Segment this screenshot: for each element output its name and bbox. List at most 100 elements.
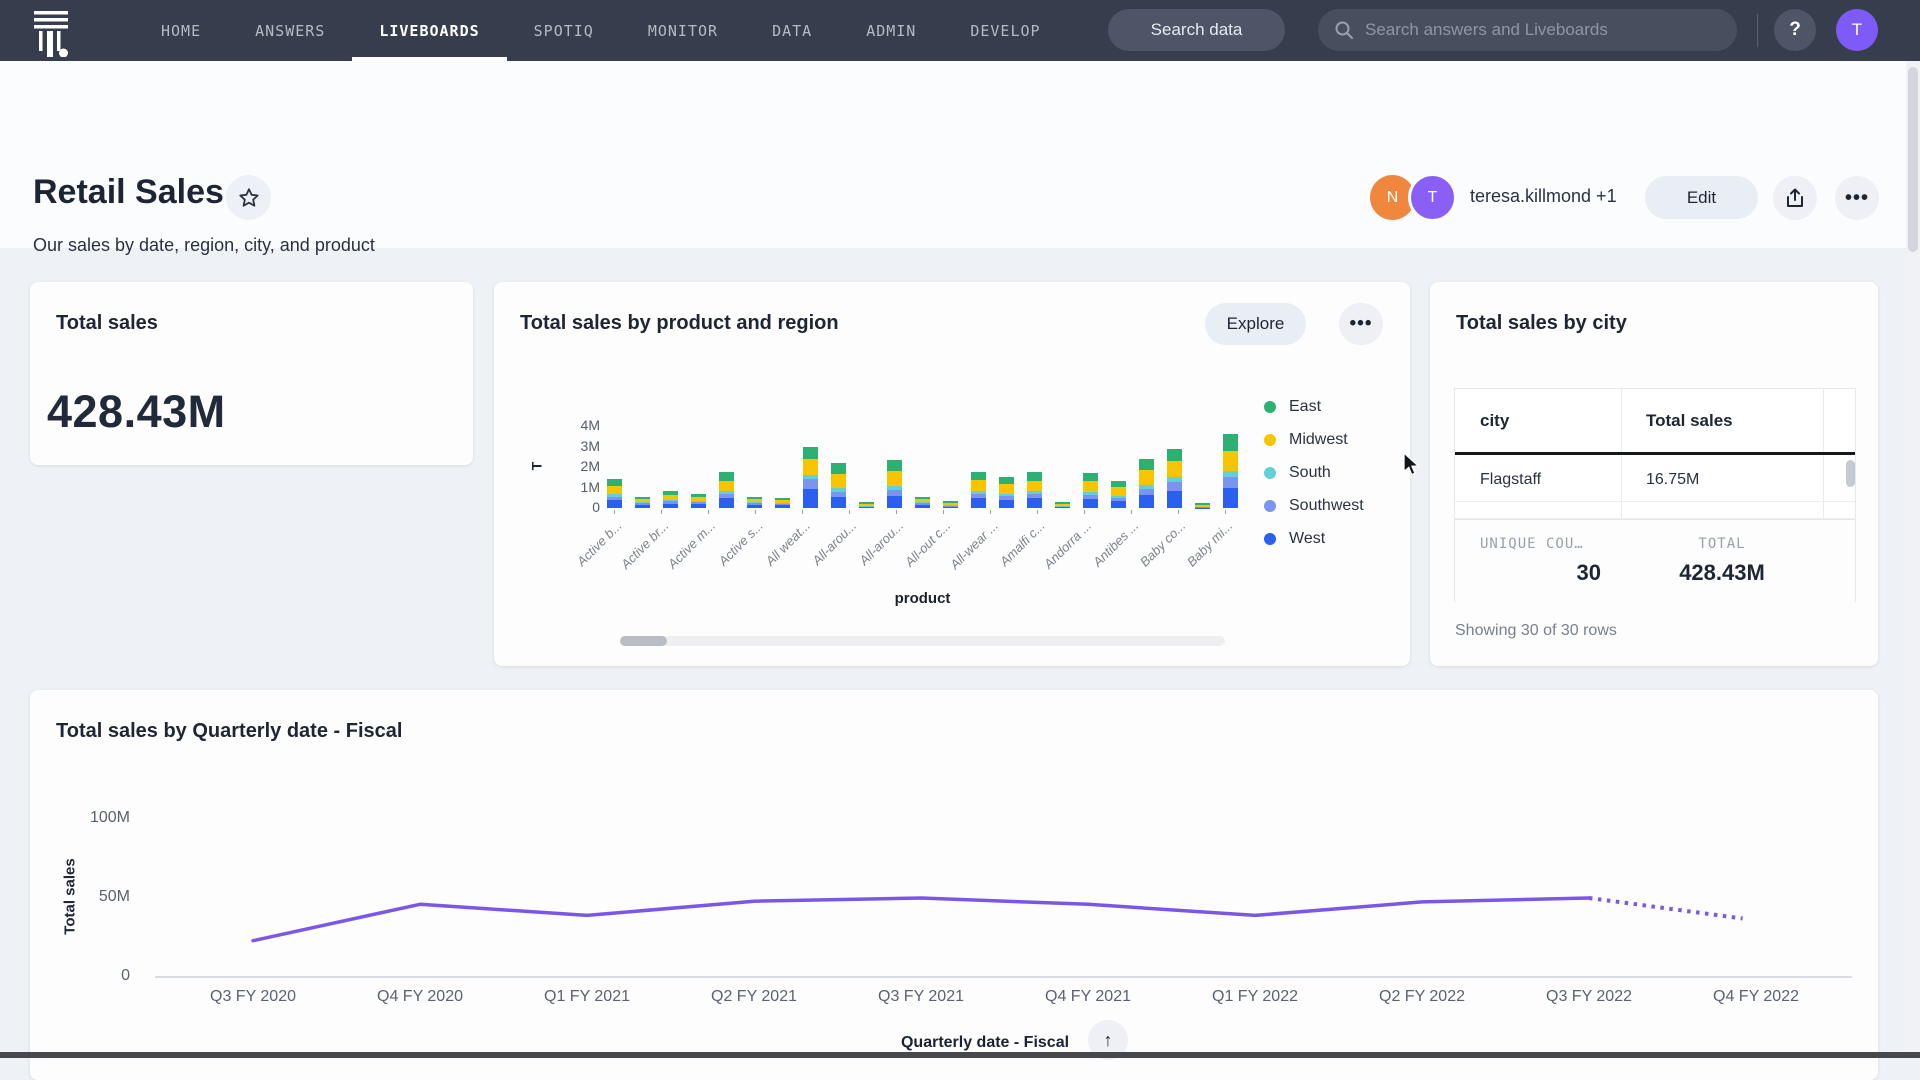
line-x-tick-label[interactable]: Q4 FY 2021 <box>1003 988 1173 1006</box>
bar-x-tick-label[interactable]: All-out c... <box>902 518 953 569</box>
bar-segment-west[interactable] <box>971 498 986 508</box>
line-x-tick-label[interactable]: Q3 FY 2022 <box>1504 988 1674 1006</box>
line-x-tick-label[interactable]: Q4 FY 2020 <box>335 988 505 1006</box>
bar-segment-west[interactable] <box>1167 491 1182 508</box>
user-avatar[interactable]: T <box>1836 9 1878 51</box>
line-x-axis-title[interactable]: Quarterly date - Fiscal <box>880 1034 1090 1052</box>
bar-segment-west[interactable] <box>691 504 706 508</box>
bar-x-tick-label[interactable]: Baby mi... <box>1184 518 1235 569</box>
bar-segment-west[interactable] <box>1139 495 1154 508</box>
stacked-bar[interactable] <box>607 479 622 508</box>
stacked-bar[interactable] <box>859 502 874 508</box>
stacked-bar[interactable] <box>999 477 1014 508</box>
stacked-bar[interactable] <box>635 497 650 508</box>
bar-segment-west[interactable] <box>607 500 622 508</box>
card-total-sales[interactable]: Total sales 428.43M <box>30 282 473 465</box>
legend-item-east[interactable]: East <box>1264 390 1364 423</box>
bar-segment-midwest[interactable] <box>1111 487 1126 495</box>
bar-segment-west[interactable] <box>775 505 790 508</box>
nav-item-data[interactable]: DATA <box>745 0 839 61</box>
card-more-button[interactable]: ••• <box>1339 303 1383 345</box>
bar-segment-east[interactable] <box>607 479 622 486</box>
bar-x-tick-label[interactable]: Andorra ... <box>1041 518 1095 572</box>
bar-x-tick-label[interactable]: Active m... <box>665 518 719 572</box>
bar-segment-west[interactable] <box>859 507 874 508</box>
thoughtspot-logo-icon[interactable] <box>30 9 74 62</box>
stacked-bar[interactable] <box>1083 473 1098 508</box>
search-data-button[interactable]: Search data <box>1108 9 1285 51</box>
bar-segment-east[interactable] <box>1027 472 1042 481</box>
bar-segment-east[interactable] <box>1083 473 1098 481</box>
bar-segment-west[interactable] <box>803 489 818 509</box>
bar-segment-west[interactable] <box>1027 498 1042 508</box>
stacked-bar[interactable] <box>971 472 986 508</box>
bar-segment-west[interactable] <box>943 507 958 508</box>
bar-segment-midwest[interactable] <box>971 480 986 490</box>
bar-x-tick-label[interactable]: All-wear ... <box>947 518 1001 572</box>
bar-segment-east[interactable] <box>1139 459 1154 470</box>
bar-segment-west[interactable] <box>747 505 762 508</box>
line-x-tick-label[interactable]: Q4 FY 2022 <box>1671 988 1841 1006</box>
global-search-input[interactable]: Search answers and Liveboards <box>1318 9 1737 51</box>
legend-item-midwest[interactable]: Midwest <box>1264 423 1364 456</box>
bar-segment-west[interactable] <box>999 500 1014 508</box>
bar-segment-midwest[interactable] <box>1167 461 1182 477</box>
bar-chart-hscrollbar[interactable] <box>620 636 1225 646</box>
stacked-bar[interactable] <box>691 494 706 508</box>
bar-segment-west[interactable] <box>663 504 678 509</box>
legend-item-southwest[interactable]: Southwest <box>1264 489 1364 522</box>
bar-segment-southwest[interactable] <box>1167 482 1182 490</box>
bar-segment-west[interactable] <box>719 498 734 508</box>
sales-line-forecast[interactable] <box>1589 898 1743 919</box>
bar-segment-midwest[interactable] <box>719 481 734 491</box>
stacked-bar[interactable] <box>775 498 790 508</box>
bar-segment-midwest[interactable] <box>1223 451 1238 472</box>
nav-item-develop[interactable]: DEVELOP <box>943 0 1067 61</box>
bar-segment-east[interactable] <box>719 472 734 481</box>
stacked-bar[interactable] <box>1195 503 1210 508</box>
bar-segment-southwest[interactable] <box>1223 477 1238 487</box>
line-x-tick-label[interactable]: Q3 FY 2020 <box>168 988 338 1006</box>
nav-item-admin[interactable]: ADMIN <box>839 0 943 61</box>
bar-x-tick-label[interactable]: All weat... <box>762 518 812 568</box>
stacked-bar[interactable] <box>719 472 734 508</box>
stacked-bar[interactable] <box>943 501 958 508</box>
stacked-bar[interactable] <box>803 447 818 508</box>
stacked-bar[interactable] <box>1223 434 1238 508</box>
bar-segment-midwest[interactable] <box>803 459 818 475</box>
nav-item-answers[interactable]: ANSWERS <box>228 0 352 61</box>
bar-segment-west[interactable] <box>635 505 650 508</box>
bar-y-axis-title[interactable]: T <box>528 462 544 471</box>
column-header-city[interactable]: city <box>1455 411 1621 431</box>
legend-item-south[interactable]: South <box>1264 456 1364 489</box>
bar-x-axis-title[interactable]: product <box>607 590 1238 607</box>
bar-segment-midwest[interactable] <box>887 471 902 485</box>
table-vscrollbar-thumb[interactable] <box>1846 460 1855 487</box>
bar-x-tick-label[interactable]: Active s... <box>715 518 765 568</box>
bar-segment-midwest[interactable] <box>1027 481 1042 491</box>
line-x-tick-label[interactable]: Q2 FY 2022 <box>1337 988 1507 1006</box>
help-button[interactable]: ? <box>1774 9 1816 51</box>
owner-avatars[interactable]: N T <box>1370 175 1456 220</box>
bar-segment-west[interactable] <box>1055 507 1070 508</box>
bar-segment-east[interactable] <box>1223 434 1238 450</box>
bar-segment-midwest[interactable] <box>999 484 1014 493</box>
bar-segment-east[interactable] <box>971 472 986 480</box>
stacked-bar[interactable] <box>1055 502 1070 508</box>
hscrollbar-thumb[interactable] <box>620 636 667 646</box>
bar-segment-east[interactable] <box>887 460 902 471</box>
stacked-bar[interactable] <box>747 497 762 508</box>
line-x-tick-label[interactable]: Q2 FY 2021 <box>669 988 839 1006</box>
column-header-total-sales[interactable]: Total sales <box>1621 411 1823 431</box>
nav-item-spotiq[interactable]: SPOTIQ <box>507 0 621 61</box>
bar-x-tick-label[interactable]: Active b... <box>574 518 625 569</box>
stacked-bar[interactable] <box>663 491 678 508</box>
stacked-bar[interactable] <box>1167 449 1182 508</box>
bar-segment-west[interactable] <box>1083 499 1098 508</box>
stacked-bar[interactable] <box>1027 472 1042 508</box>
stacked-bar[interactable] <box>831 463 846 508</box>
stacked-bar[interactable] <box>1139 459 1154 508</box>
bar-segment-west[interactable] <box>887 496 902 508</box>
bar-x-tick-label[interactable]: Amalfi c... <box>997 518 1048 569</box>
bar-segment-west[interactable] <box>915 505 930 508</box>
